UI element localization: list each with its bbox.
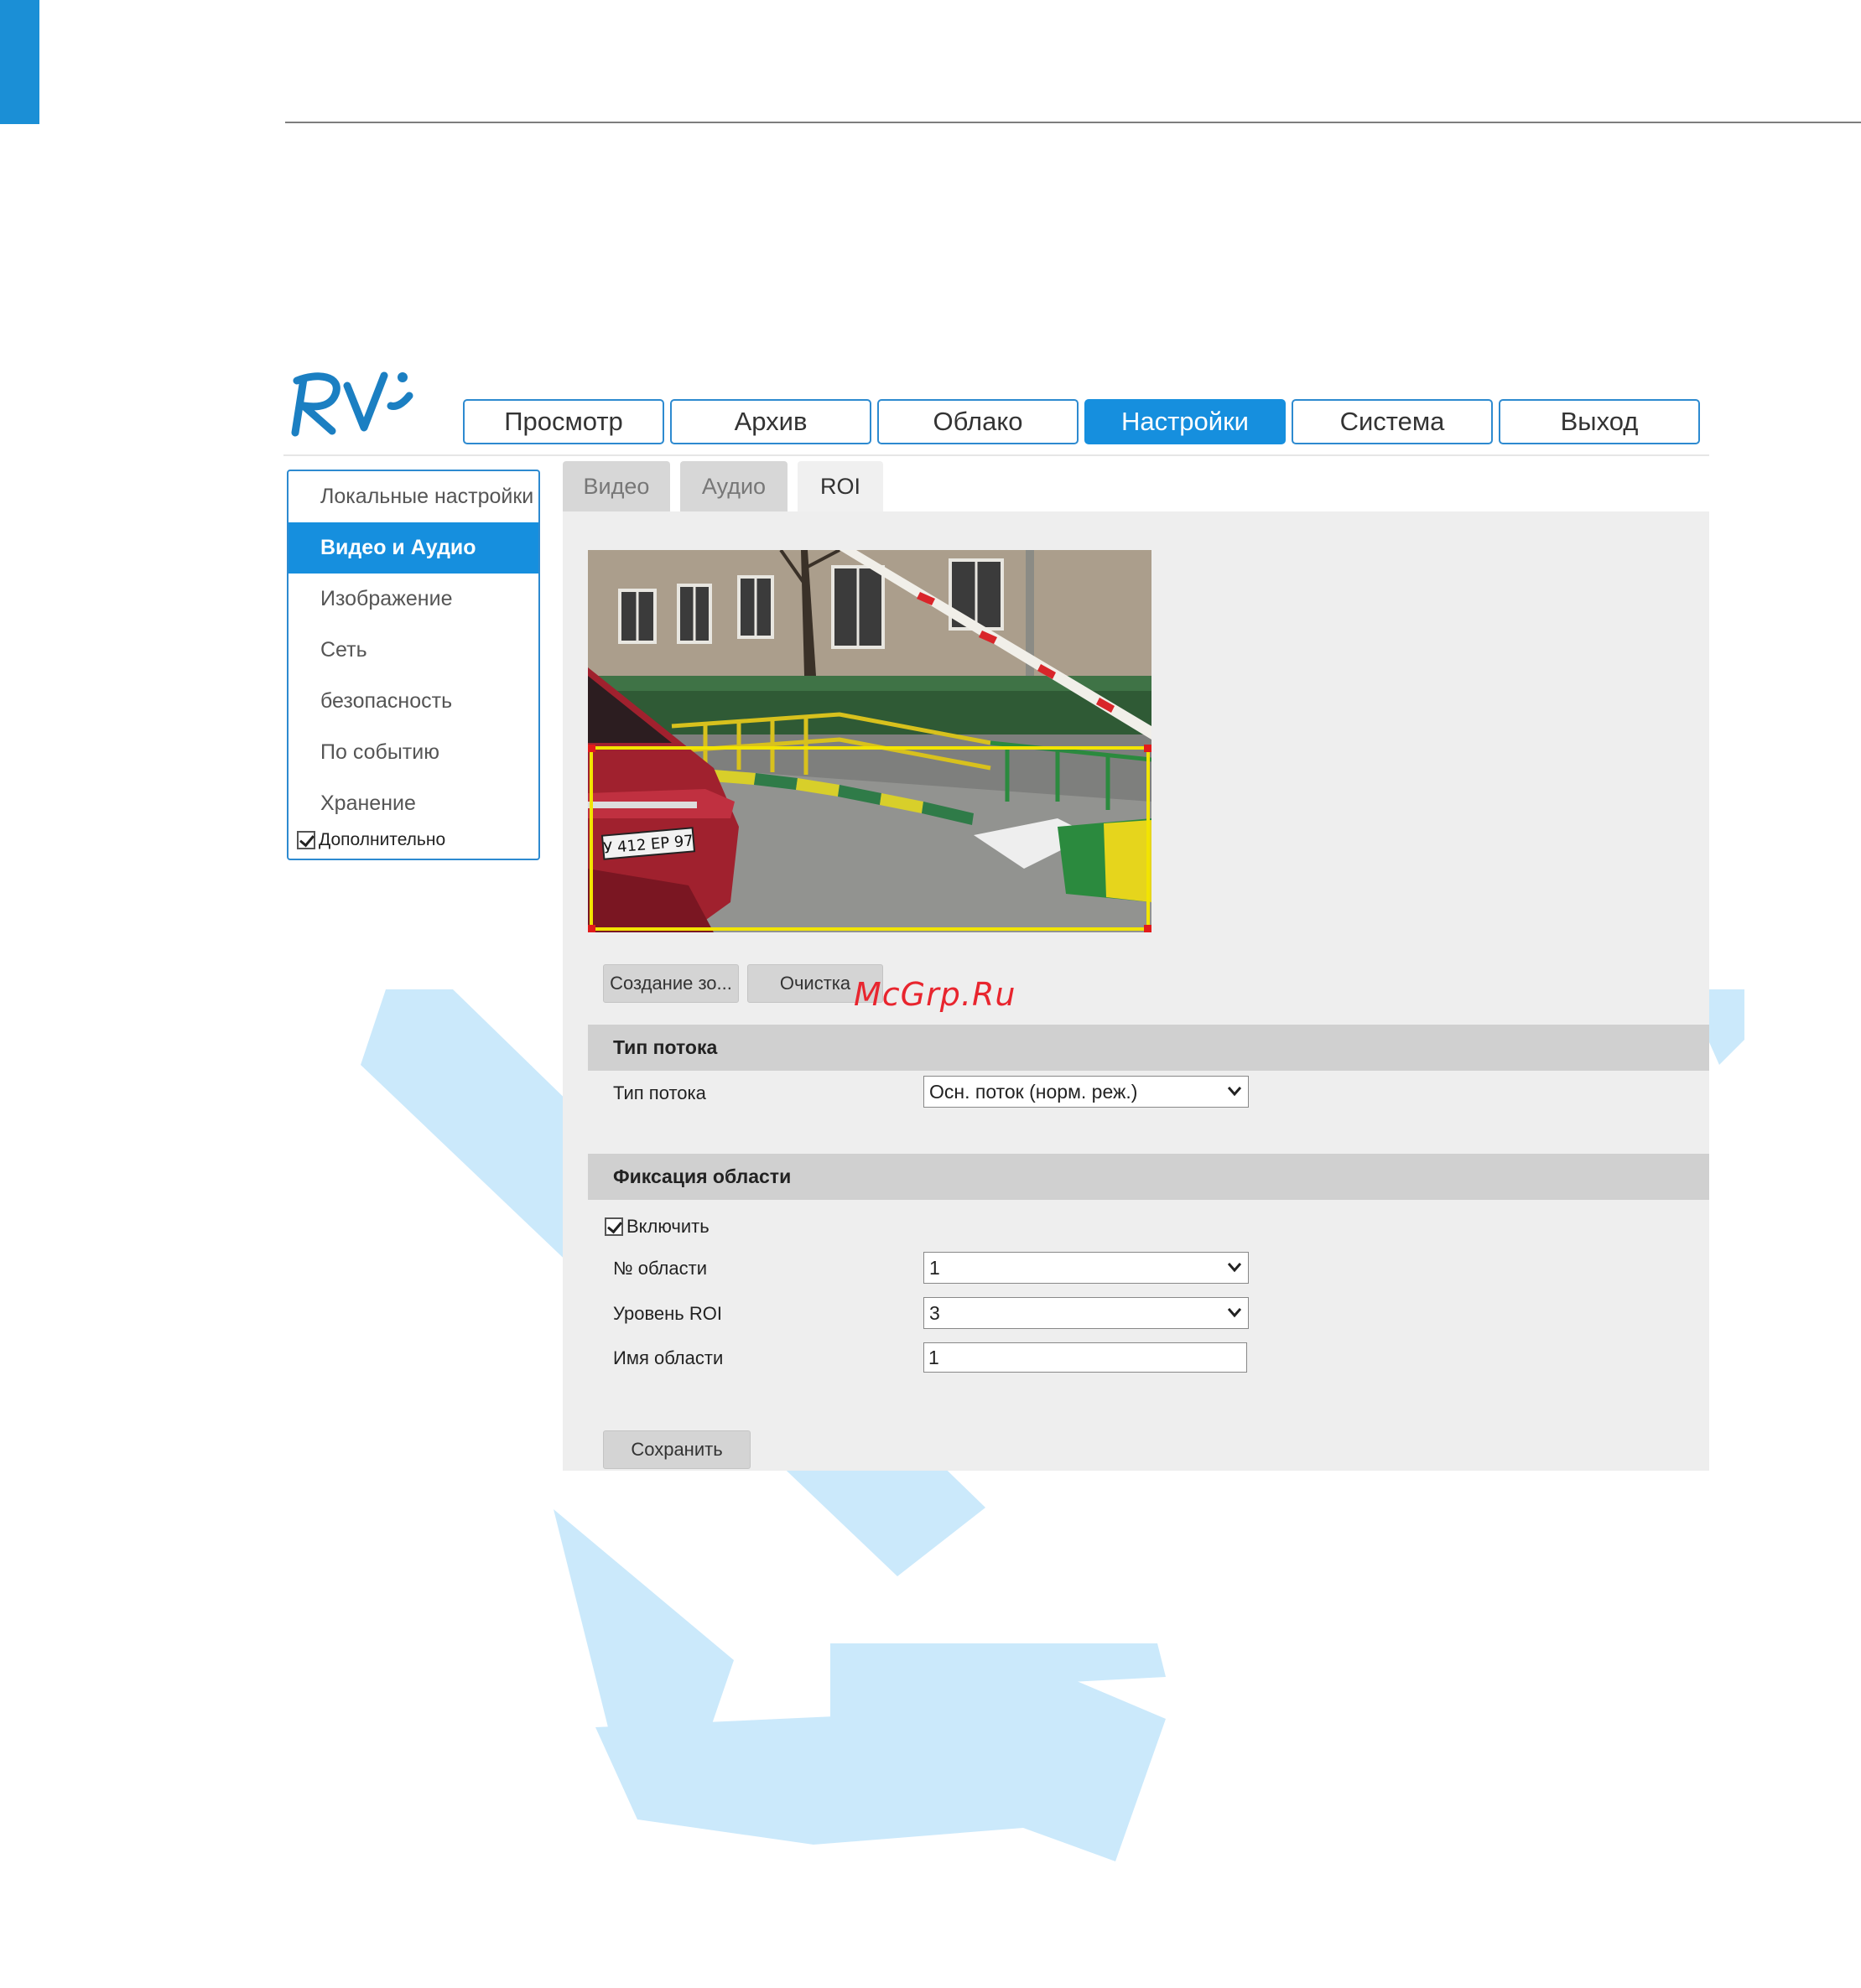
top-navigation: Просмотр Архив Облако Настройки Система … <box>463 399 1706 444</box>
nav-archive-button[interactable]: Архив <box>670 399 871 444</box>
chevron-down-icon <box>1228 1308 1241 1318</box>
nav-preview-button[interactable]: Просмотр <box>463 399 664 444</box>
sidebar-item-image[interactable]: Изображение <box>289 574 538 625</box>
save-button[interactable]: Сохранить <box>603 1430 751 1469</box>
roi-level-label: Уровень ROI <box>613 1303 722 1324</box>
page-top-rule <box>285 122 1861 123</box>
rvi-logo <box>291 371 413 437</box>
stream-type-select[interactable]: Осн. поток (норм. реж.) <box>923 1076 1249 1108</box>
camera-web-ui: Просмотр Архив Облако Настройки Система … <box>283 361 1709 1471</box>
create-zone-button[interactable]: Создание зо... <box>603 964 739 1003</box>
advanced-checkbox[interactable] <box>297 831 315 849</box>
enable-roi-toggle[interactable]: Включить <box>605 1216 710 1238</box>
chevron-down-icon <box>1228 1087 1241 1097</box>
enable-checkbox[interactable] <box>605 1217 623 1236</box>
stream-type-value: Осн. поток (норм. реж.) <box>929 1080 1138 1103</box>
nav-divider <box>283 454 1709 456</box>
stream-type-label: Тип потока <box>613 1082 706 1103</box>
roi-level-value: 3 <box>929 1301 940 1324</box>
sidebar-item-network[interactable]: Сеть <box>289 625 538 676</box>
nav-system-button[interactable]: Система <box>1292 399 1493 444</box>
tab-roi[interactable]: ROI <box>798 461 883 511</box>
mcgrp-watermark: McGrp.Ru <box>854 976 1016 1013</box>
chevron-down-icon <box>1228 1263 1241 1273</box>
roi-settings-panel: У 412 ЕР 97 Создание зо... Очистка Тип п… <box>563 511 1709 1471</box>
tab-audio[interactable]: Аудио <box>680 461 788 511</box>
sidebar-item-local-settings[interactable]: Локальные настройки <box>289 471 538 522</box>
stream-type-section-header: Тип потока <box>588 1025 1709 1071</box>
sub-tabs: Видео Аудио ROI <box>563 461 893 511</box>
region-name-input[interactable]: 1 <box>923 1342 1247 1373</box>
sidebar-advanced-toggle[interactable]: Дополнительно <box>297 830 445 850</box>
sidebar-item-events[interactable]: По событию <box>289 727 538 778</box>
sidebar-item-security[interactable]: безопасность <box>289 676 538 727</box>
roi-level-select[interactable]: 3 <box>923 1297 1249 1329</box>
region-number-label: № области <box>613 1258 707 1279</box>
region-name-label: Имя области <box>613 1347 724 1368</box>
nav-logout-button[interactable]: Выход <box>1499 399 1700 444</box>
settings-sidebar: Локальные настройки Видео и Аудио Изобра… <box>287 470 540 860</box>
region-number-value: 1 <box>929 1256 940 1279</box>
video-preview[interactable]: У 412 ЕР 97 <box>588 550 1151 932</box>
nav-cloud-button[interactable]: Облако <box>877 399 1079 444</box>
page-corner-tab <box>0 0 39 124</box>
advanced-label: Дополнительно <box>319 830 446 849</box>
region-number-select[interactable]: 1 <box>923 1252 1249 1284</box>
region-fixation-section-header: Фиксация области <box>588 1154 1709 1200</box>
sidebar-item-video-audio[interactable]: Видео и Аудио <box>289 522 538 574</box>
sidebar-item-storage[interactable]: Хранение <box>289 778 538 829</box>
enable-label: Включить <box>626 1216 710 1237</box>
tab-video[interactable]: Видео <box>563 461 670 511</box>
nav-settings-button[interactable]: Настройки <box>1084 399 1286 444</box>
